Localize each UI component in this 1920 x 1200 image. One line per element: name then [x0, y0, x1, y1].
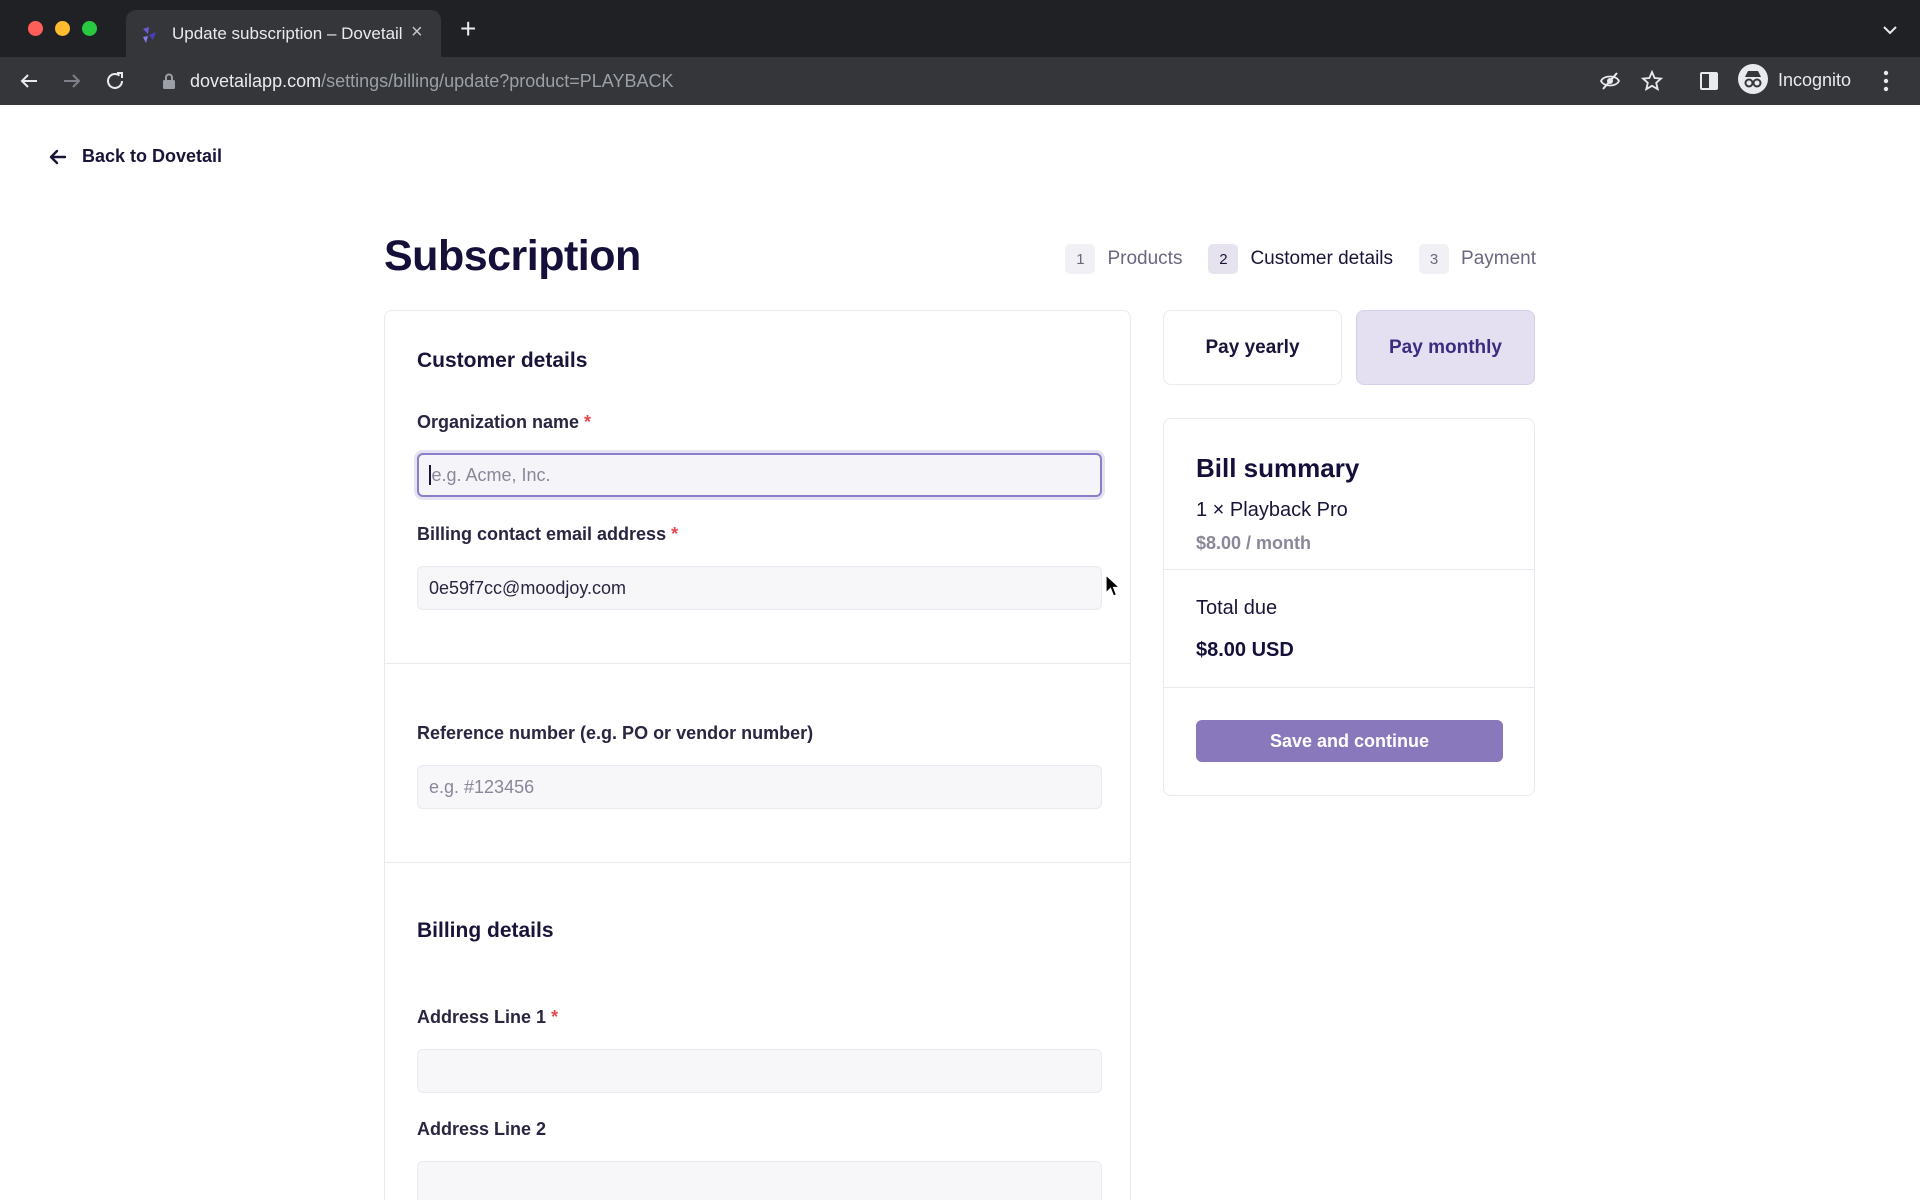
line-item: 1 × Playback Pro: [1196, 499, 1348, 521]
save-and-continue-button[interactable]: Save and continue: [1196, 720, 1503, 762]
reference-number-label: Reference number (e.g. PO or vendor numb…: [417, 723, 814, 743]
address-line-2-label: Address Line 2: [417, 1119, 547, 1139]
address-line-2-input[interactable]: [417, 1161, 1102, 1200]
section-divider: [385, 663, 1130, 664]
section-divider: [385, 862, 1130, 863]
summary-divider: [1164, 569, 1534, 570]
step-label: Payment: [1461, 248, 1536, 269]
step-products[interactable]: 1 Products: [1065, 244, 1182, 274]
more-vertical-icon[interactable]: [1882, 69, 1890, 93]
organization-name-input[interactable]: e.g. Acme, Inc.: [417, 453, 1102, 497]
line-item-price: $8.00 / month: [1196, 533, 1312, 553]
reload-icon[interactable]: [103, 69, 127, 93]
url-path: /settings/billing/update?product=PLAYBAC…: [321, 71, 674, 91]
address-line-1-label: Address Line 1 *: [417, 1007, 558, 1028]
browser-tab[interactable]: Update subscription – Dovetail ×: [126, 10, 441, 57]
window-close-button[interactable]: [28, 21, 43, 36]
side-panel-icon[interactable]: [1697, 69, 1721, 93]
total-due-label: Total due: [1196, 597, 1278, 619]
checkout-stepper: 1 Products 2 Customer details 3 Payment: [1039, 244, 1536, 274]
billing-email-label-text: Billing contact email address: [417, 524, 667, 544]
arrow-left-icon: [49, 149, 67, 164]
eye-off-icon[interactable]: [1599, 70, 1621, 92]
star-icon[interactable]: [1641, 70, 1663, 92]
browser-tab-bar: Update subscription – Dovetail × +: [0, 0, 1920, 57]
organization-name-label: Organization name *: [417, 412, 591, 433]
step-number: 1: [1065, 244, 1096, 274]
customer-details-card: Customer details Organization name * e.g…: [384, 310, 1131, 1200]
back-to-dovetail-link[interactable]: Back to Dovetail: [48, 146, 222, 167]
incognito-label: Incognito: [1778, 70, 1852, 90]
browser-toolbar: dovetailapp.com/settings/billing/update?…: [0, 57, 1920, 105]
organization-name-placeholder: e.g. Acme, Inc.: [431, 464, 551, 485]
billing-details-heading: Billing details: [417, 919, 554, 942]
organization-name-label-text: Organization name: [417, 412, 580, 432]
step-number: 3: [1419, 244, 1450, 274]
customer-details-heading: Customer details: [417, 349, 588, 372]
incognito-icon: [1738, 64, 1768, 94]
page-title: Subscription: [384, 232, 641, 280]
step-label: Products: [1107, 248, 1183, 269]
lock-icon[interactable]: [162, 73, 176, 89]
dovetail-favicon-icon: [143, 27, 156, 43]
window-minimize-button[interactable]: [55, 21, 70, 36]
bill-summary-card: Bill summary 1 × Playback Pro $8.00 / mo…: [1163, 418, 1535, 796]
pay-yearly-button[interactable]: Pay yearly: [1163, 310, 1342, 385]
url-host: dovetailapp.com: [190, 71, 322, 91]
chevron-down-icon[interactable]: [1880, 20, 1900, 40]
mouse-pointer-icon: [1105, 574, 1121, 597]
address-line-1-input[interactable]: [417, 1049, 1102, 1093]
step-customer-details[interactable]: 2 Customer details: [1208, 244, 1393, 274]
tab-close-icon[interactable]: ×: [411, 22, 423, 42]
back-arrow-icon[interactable]: [17, 69, 41, 93]
tab-title: Update subscription – Dovetail: [172, 24, 403, 43]
new-tab-button[interactable]: +: [460, 15, 476, 43]
summary-divider: [1164, 687, 1534, 688]
address-line-1-label-text: Address Line 1: [417, 1007, 547, 1027]
step-label: Customer details: [1250, 248, 1394, 269]
total-due-value: $8.00 USD: [1196, 639, 1294, 661]
billing-email-input[interactable]: 0e59f7cc@moodjoy.com: [417, 566, 1102, 610]
url-text: dovetailapp.com/settings/billing/update?…: [190, 71, 673, 92]
pay-monthly-button[interactable]: Pay monthly: [1356, 310, 1535, 385]
reference-number-input[interactable]: e.g. #123456: [417, 765, 1102, 809]
required-marker: *: [584, 412, 592, 432]
required-marker: *: [671, 524, 679, 544]
step-payment[interactable]: 3 Payment: [1419, 244, 1536, 274]
forward-arrow-icon[interactable]: [60, 69, 84, 93]
required-marker: *: [551, 1007, 559, 1027]
billing-email-label: Billing contact email address *: [417, 524, 678, 545]
bill-summary-title: Bill summary: [1196, 453, 1360, 483]
back-link-label: Back to Dovetail: [82, 146, 223, 166]
step-number: 2: [1208, 244, 1239, 274]
address-bar[interactable]: dovetailapp.com/settings/billing/update?…: [144, 63, 1674, 99]
window-maximize-button[interactable]: [82, 21, 97, 36]
text-caret: [429, 465, 431, 485]
